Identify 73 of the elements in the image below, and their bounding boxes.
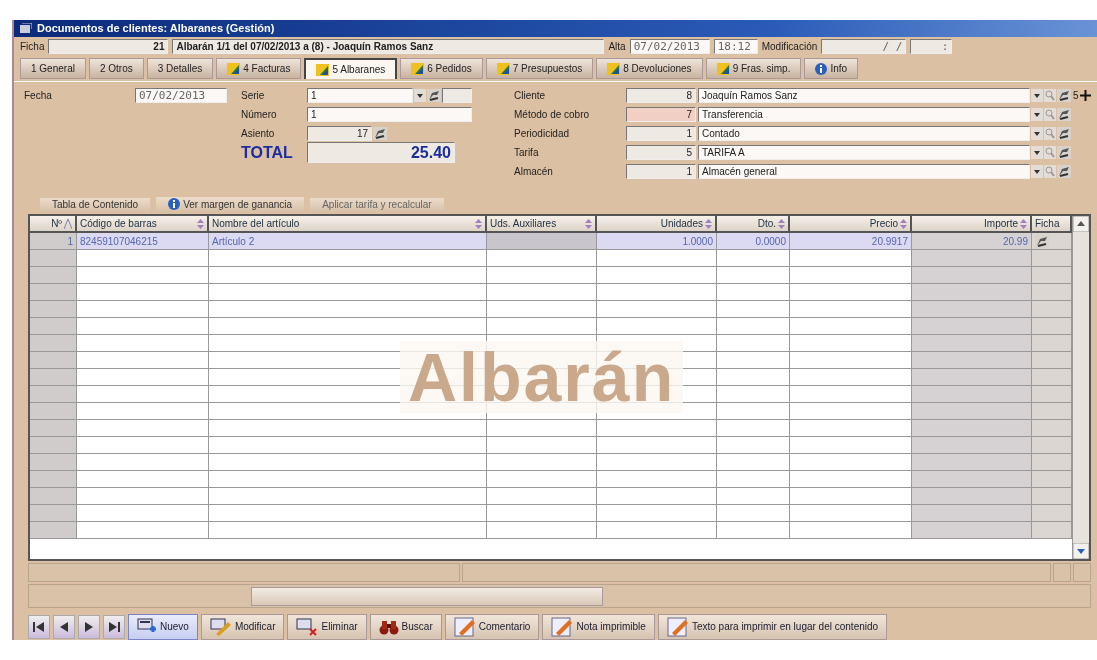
toolbar-button[interactable]: Modificar xyxy=(200,613,285,640)
field-label: Serie xyxy=(241,90,266,102)
entry-field[interactable]: 17 xyxy=(307,126,372,142)
field-label: Número xyxy=(241,109,278,121)
tab[interactable]: 5 Albaranes xyxy=(304,57,398,80)
column-header[interactable]: Precio xyxy=(790,216,912,234)
toolbar-button[interactable]: Nuevo xyxy=(128,613,198,640)
table-cell: 20.9917 xyxy=(790,233,912,251)
column-header[interactable]: Unidades xyxy=(597,216,717,234)
toolbar-button[interactable]: Comentario xyxy=(444,613,540,640)
field-label: Asiento xyxy=(241,128,276,140)
total-label: TOTAL xyxy=(241,143,294,162)
column-header[interactable]: Dto. xyxy=(717,216,790,234)
toolbar-button[interactable]: Nota imprimible xyxy=(542,613,655,640)
time-field[interactable]: : xyxy=(910,38,953,54)
combo-field[interactable]: Transferencia xyxy=(698,107,1030,123)
tab[interactable]: 4 Facturas xyxy=(216,57,302,80)
table-cell: 1.0000 xyxy=(597,233,717,251)
date-field[interactable]: 07/02/2013 xyxy=(629,38,710,54)
combo-field[interactable]: TARIFA A xyxy=(698,145,1030,161)
tab[interactable]: 2 Otros xyxy=(88,57,144,80)
column-header[interactable]: Código de barras xyxy=(77,216,209,234)
tab[interactable]: 6 Pedidos xyxy=(400,57,483,80)
field-label: Periodicidad xyxy=(514,128,571,140)
field-label: Cliente xyxy=(514,90,547,102)
tab[interactable]: 7 Presupuestos xyxy=(485,57,594,80)
field-label: Ficha xyxy=(20,40,45,52)
table-cell: 1 xyxy=(30,233,77,251)
date-field[interactable]: / / xyxy=(821,38,907,54)
tab[interactable]: 3 Detalles xyxy=(146,57,214,80)
field-label: Alta xyxy=(608,40,626,52)
field-label: Modificación xyxy=(761,40,818,52)
link[interactable]: Aplicar tarifa y recalcular xyxy=(310,197,444,211)
search-button[interactable]: Buscar xyxy=(369,613,442,640)
combo-field[interactable]: Almacén general xyxy=(698,164,1030,180)
code-field[interactable]: 1 xyxy=(626,126,696,142)
field-label: Fecha xyxy=(24,90,53,102)
toolbar-button[interactable]: Texto para imprimir en lugar del contenido xyxy=(657,613,888,640)
code-field[interactable]: 5 xyxy=(626,145,696,161)
window-title: Documentos de clientes: Albaranes (Gestión) xyxy=(37,22,275,35)
code-field[interactable]: 7 xyxy=(626,107,696,123)
combo-field[interactable]: Joaquín Ramos Sanz xyxy=(698,88,1030,104)
table-cell: Artículo 2 xyxy=(209,233,487,251)
toolbar-button[interactable]: Eliminar xyxy=(287,613,367,640)
tab[interactable]: Info xyxy=(804,57,859,80)
column-header[interactable]: Nombre del artículo xyxy=(209,216,487,234)
ficha-number-field[interactable]: 21 xyxy=(48,38,169,54)
field-label: Tarifa xyxy=(514,147,540,159)
link[interactable]: Ver margen de ganancia xyxy=(156,197,305,212)
field-label: Almacén xyxy=(514,166,554,178)
series-field[interactable]: 1 xyxy=(307,88,413,104)
background-label: Albarán xyxy=(400,341,684,414)
combo-field[interactable]: Contado xyxy=(698,126,1030,142)
column-header[interactable]: Nº xyxy=(30,216,77,234)
field-label: Método de cobro xyxy=(514,109,591,121)
tab[interactable]: 9 Fras. simp. xyxy=(705,57,802,80)
tab[interactable]: 8 Devoluciones xyxy=(596,57,703,80)
table-cell: 0.0000 xyxy=(717,233,790,251)
date-field[interactable]: 07/02/2013 xyxy=(135,88,227,104)
link[interactable]: Tabla de Contenido xyxy=(40,197,151,211)
time-field[interactable]: 18:12 xyxy=(713,38,758,54)
count-label: 5 xyxy=(1073,90,1079,102)
column-header[interactable]: Ficha xyxy=(1032,216,1072,234)
table-cell: 82459107046215 xyxy=(77,233,209,251)
number-field[interactable]: 1 xyxy=(307,107,472,123)
column-header[interactable]: Importe xyxy=(912,216,1032,234)
tab[interactable]: 1 General xyxy=(20,57,86,80)
ficha-description-field[interactable]: Albarán 1/1 del 07/02/2013 a (8) - Joaquín Ramos Sanz xyxy=(172,38,605,54)
column-header[interactable]: Uds. Auxiliares xyxy=(487,216,597,234)
table-cell: 20.99 xyxy=(912,233,1032,251)
code-field[interactable]: 1 xyxy=(626,164,696,180)
total-field: 25.40 xyxy=(307,142,455,164)
code-field[interactable]: 8 xyxy=(626,88,696,104)
